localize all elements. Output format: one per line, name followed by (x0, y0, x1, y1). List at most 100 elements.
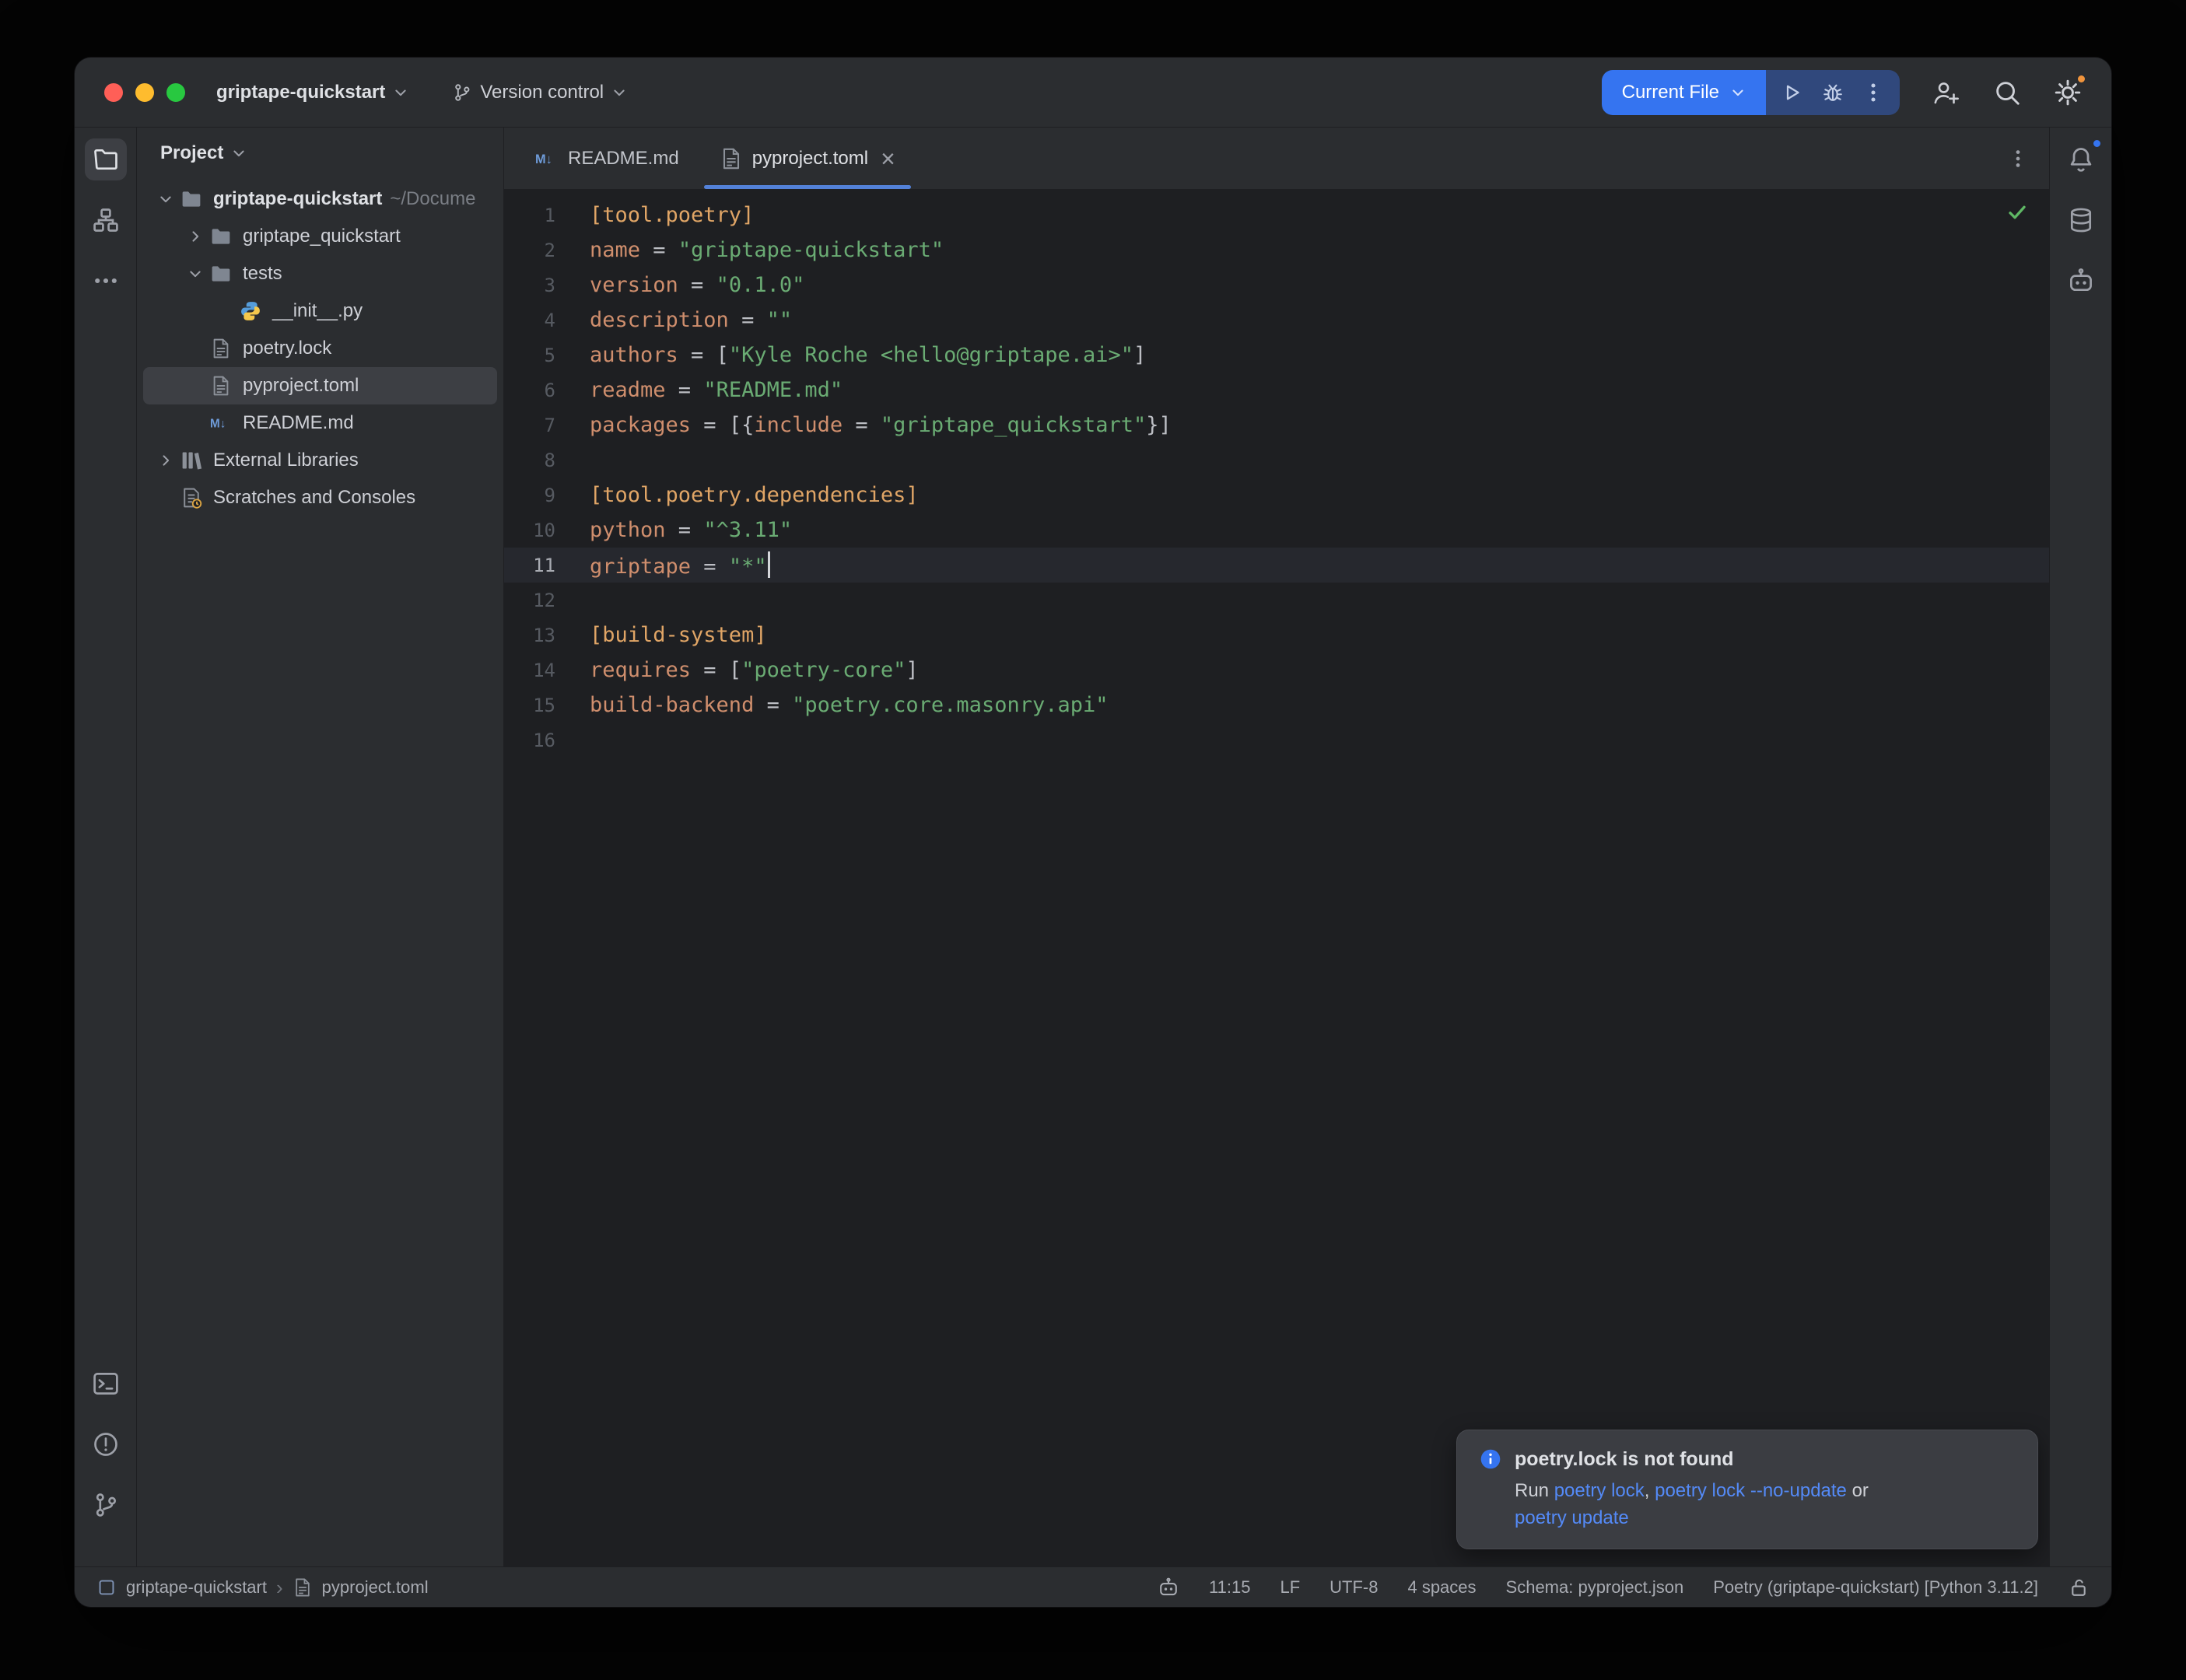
chevron-right-icon[interactable] (182, 223, 208, 250)
vcs-widget[interactable]: Version control (452, 82, 627, 103)
tree-item--init-py[interactable]: __init__.py (143, 292, 497, 330)
schema-widget[interactable]: Schema: pyproject.json (1506, 1577, 1684, 1598)
tree-item-pyproject-toml[interactable]: pyproject.toml (143, 367, 497, 404)
database-tool-button[interactable] (2060, 199, 2102, 241)
breadcrumb: griptape-quickstart › pyproject.toml (96, 1577, 429, 1598)
tree-item-poetry-lock[interactable]: poetry.lock (143, 330, 497, 367)
debug-button[interactable] (1816, 75, 1850, 110)
code-line-11[interactable]: 11griptape = "*" (504, 548, 2049, 583)
editor-tab-bar: M↓ README.md pyproject.toml × (504, 128, 2049, 190)
tab-pyproject-toml[interactable]: pyproject.toml × (699, 128, 916, 189)
tree-item-readme-md[interactable]: M↓README.md (143, 404, 497, 442)
code-line-9[interactable]: 9[tool.poetry.dependencies] (504, 478, 2049, 513)
code-line-12[interactable]: 12 (504, 583, 2049, 618)
chevron-down-icon[interactable] (182, 261, 208, 287)
structure-icon (92, 206, 120, 234)
code-line-4[interactable]: 4description = "" (504, 303, 2049, 338)
search-everywhere-button[interactable] (1988, 74, 2026, 111)
project-panel-header[interactable]: Project (137, 128, 503, 179)
code-line-5[interactable]: 5authors = ["Kyle Roche <hello@griptape.… (504, 338, 2049, 373)
problems-tool-button[interactable] (85, 1423, 127, 1465)
breadcrumb-project[interactable]: griptape-quickstart (126, 1577, 267, 1598)
close-window-button[interactable] (104, 83, 123, 102)
tab-options-icon[interactable] (2002, 143, 2034, 174)
code-line-1[interactable]: 1[tool.poetry] (504, 198, 2049, 233)
more-tool-windows-button[interactable] (85, 260, 127, 302)
code-line-14[interactable]: 14requires = ["poetry-core"] (504, 653, 2049, 688)
chevron-down-icon[interactable] (152, 186, 179, 212)
run-button[interactable] (1775, 75, 1809, 110)
line-number: 13 (504, 625, 579, 646)
window-controls (104, 83, 185, 102)
indent-widget[interactable]: 4 spaces (1407, 1577, 1476, 1598)
library-icon (179, 448, 204, 473)
project-switcher[interactable]: griptape-quickstart (216, 82, 408, 103)
line-number: 12 (504, 590, 579, 611)
code-editor[interactable]: 1[tool.poetry]2name = "griptape-quicksta… (504, 190, 2049, 1566)
notification-link[interactable]: poetry lock (1554, 1480, 1645, 1501)
tree-item-griptape-quickstart[interactable]: griptape-quickstart ~/Docume (143, 180, 497, 218)
status-bar: griptape-quickstart › pyproject.toml 11:… (75, 1566, 2111, 1607)
ai-assistant-status-icon[interactable] (1158, 1577, 1179, 1598)
line-number: 4 (504, 310, 579, 331)
run-widget: Current File (1602, 70, 1900, 115)
tab-readme-md[interactable]: M↓ README.md (515, 128, 699, 189)
cursor-position-widget[interactable]: 11:15 (1209, 1577, 1250, 1598)
ai-assistant-tool-button[interactable] (2060, 260, 2102, 302)
notification-link[interactable]: poetry lock --no-update (1655, 1480, 1847, 1501)
terminal-tool-button[interactable] (85, 1363, 127, 1405)
tab-label: README.md (568, 148, 679, 170)
encoding-widget[interactable]: UTF-8 (1329, 1577, 1378, 1598)
titlebar-right: Current File (1602, 70, 2086, 115)
notification-link[interactable]: poetry update (1515, 1507, 1629, 1528)
tree-item-label: griptape-quickstart (213, 188, 382, 210)
lock-open-icon[interactable] (2068, 1577, 2090, 1598)
toml-file-icon (720, 147, 743, 170)
chevron-down-icon (393, 85, 408, 100)
code-area: 1[tool.poetry]2name = "griptape-quicksta… (504, 190, 2049, 758)
minimize-window-button[interactable] (135, 83, 154, 102)
right-tool-rail (2049, 128, 2111, 1566)
run-configuration-select[interactable]: Current File (1602, 70, 1766, 115)
interpreter-widget[interactable]: Poetry (griptape-quickstart) [Python 3.1… (1713, 1577, 2038, 1598)
chevron-right-icon[interactable] (152, 447, 179, 474)
project-tool-button[interactable] (85, 138, 127, 180)
status-widgets: 11:15 LF UTF-8 4 spaces Schema: pyprojec… (1158, 1577, 2090, 1598)
code-line-13[interactable]: 13[build-system] (504, 618, 2049, 653)
line-ending-widget[interactable]: LF (1280, 1577, 1300, 1598)
code-line-7[interactable]: 7packages = [{include = "griptape_quicks… (504, 408, 2049, 443)
line-number: 10 (504, 520, 579, 541)
code-line-8[interactable]: 8 (504, 443, 2049, 478)
close-tab-icon[interactable]: × (881, 146, 895, 171)
code-line-16[interactable]: 16 (504, 723, 2049, 758)
line-number: 9 (504, 485, 579, 506)
tree-item-tests[interactable]: tests (143, 255, 497, 292)
tree-item-hint: ~/Docume (390, 188, 475, 210)
chevron-down-icon (611, 85, 627, 100)
tree-item-label: tests (243, 263, 282, 285)
add-user-button[interactable] (1928, 74, 1965, 111)
code-line-2[interactable]: 2name = "griptape-quickstart" (504, 233, 2049, 268)
tree-item-label: griptape_quickstart (243, 226, 401, 247)
more-run-actions-icon[interactable] (1856, 75, 1890, 110)
notification-title: poetry.lock is not found (1515, 1448, 1733, 1471)
code-line-10[interactable]: 10python = "^3.11" (504, 513, 2049, 548)
notifications-bell-icon (2067, 145, 2095, 173)
tree-item-griptape-quickstart[interactable]: griptape_quickstart (143, 218, 497, 255)
text-caret (768, 551, 770, 578)
folder-icon (179, 187, 204, 212)
zoom-window-button[interactable] (166, 83, 185, 102)
version-control-tool-button[interactable] (85, 1484, 127, 1526)
code-line-15[interactable]: 15build-backend = "poetry.core.masonry.a… (504, 688, 2049, 723)
settings-button[interactable] (2049, 74, 2086, 111)
notification-body: Run poetry lock, poetry lock --no-update… (1515, 1477, 2016, 1531)
structure-tool-button[interactable] (85, 199, 127, 241)
tree-item-scratches-and-consoles[interactable]: Scratches and Consoles (143, 479, 497, 516)
breadcrumb-file[interactable]: pyproject.toml (322, 1577, 429, 1598)
tree-item-external-libraries[interactable]: External Libraries (143, 442, 497, 479)
notifications-button[interactable] (2060, 138, 2102, 180)
code-line-3[interactable]: 3version = "0.1.0" (504, 268, 2049, 303)
code-line-6[interactable]: 6readme = "README.md" (504, 373, 2049, 408)
ai-assistant-icon (2067, 267, 2095, 295)
add-user-icon (1928, 74, 1965, 111)
